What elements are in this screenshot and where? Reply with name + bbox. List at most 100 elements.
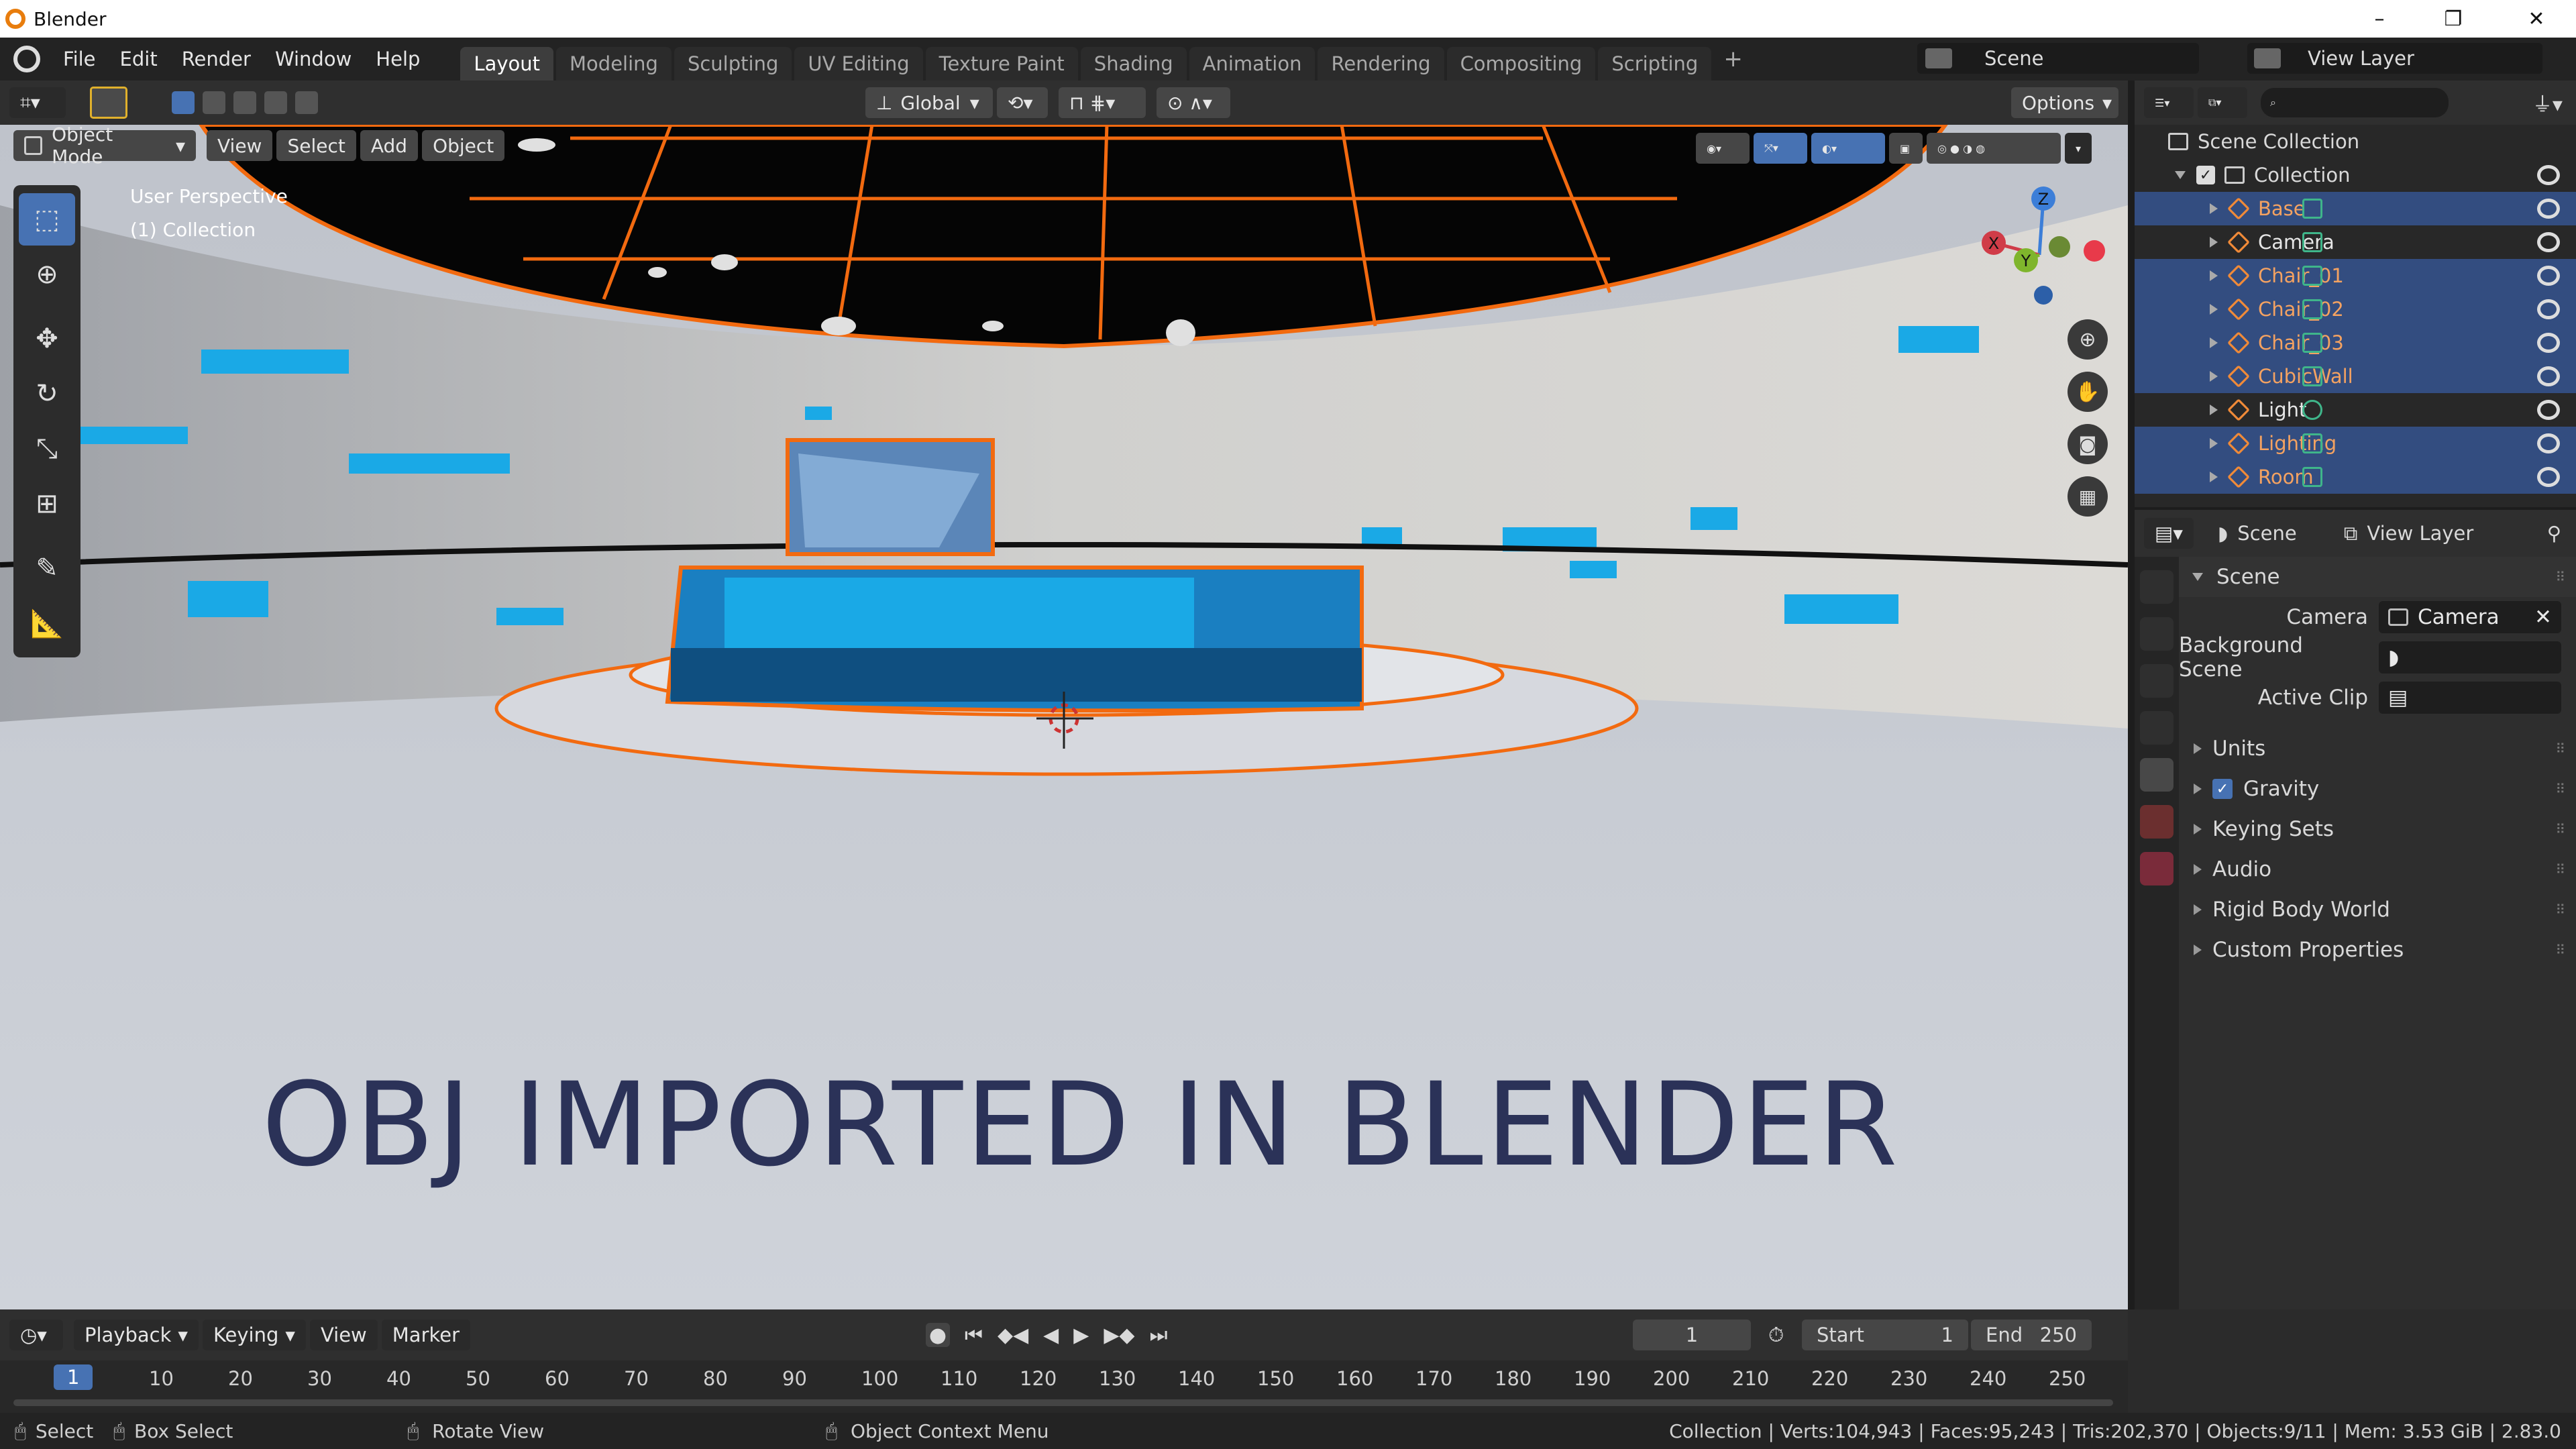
eye-icon[interactable] — [2537, 199, 2560, 219]
pivot-point-icon[interactable]: ⟲▾ — [997, 87, 1048, 118]
menu-file[interactable]: File — [51, 48, 108, 70]
timeline-ruler[interactable]: 1 10 20 30 40 50 60 70 80 90 100 110 120 130 140 150 160… — [0, 1360, 2128, 1413]
expand-icon[interactable] — [2210, 304, 2218, 315]
scene-panel-header[interactable]: Scene ⠿ — [2179, 557, 2576, 597]
object-mode-dropdown[interactable]: Object Mode ▾ — [13, 125, 196, 168]
tab-uv-editing[interactable]: UV Editing — [794, 47, 923, 80]
eye-icon[interactable] — [2537, 299, 2560, 319]
world-tab-icon[interactable] — [2140, 805, 2174, 839]
scene-selector[interactable]: Scene — [1917, 43, 2199, 74]
camera-data-icon[interactable] — [2302, 232, 2322, 252]
drag-handle-icon[interactable]: ⠿ — [2555, 821, 2565, 837]
outliner-scene-collection[interactable]: Scene Collection — [2135, 125, 2576, 158]
shading-options-icon[interactable]: ▾ — [2065, 133, 2092, 164]
xray-icon[interactable]: ▣ — [1889, 133, 1923, 164]
tab-shading[interactable]: Shading — [1080, 47, 1187, 80]
tab-rendering[interactable]: Rendering — [1318, 47, 1444, 80]
shading-modes-icon[interactable]: ◎ ● ◑ ◍ — [1927, 133, 2061, 164]
jump-end-icon[interactable]: ⏭ — [1149, 1324, 1167, 1347]
gravity-checkbox[interactable]: ✓ — [2212, 779, 2233, 799]
outliner-collection[interactable]: ✓ Collection — [2135, 158, 2576, 192]
outliner-item-chair_02[interactable]: Chair_02 — [2135, 292, 2576, 326]
drag-handle-icon[interactable]: ⠿ — [2555, 741, 2565, 757]
menu-edit[interactable]: Edit — [108, 48, 170, 70]
menu-select[interactable]: Select — [276, 130, 356, 161]
mesh-data-icon[interactable] — [2302, 433, 2322, 453]
menu-object[interactable]: Object — [422, 130, 505, 161]
display-mode-icon[interactable]: ⧉▾ — [2198, 87, 2247, 118]
output-tab-icon[interactable] — [2140, 664, 2174, 698]
playback-menu[interactable]: Playback ▾ — [74, 1320, 199, 1350]
properties-editor-type-icon[interactable]: ▤▾ — [2144, 518, 2194, 549]
outliner-item-light[interactable]: Light — [2135, 393, 2576, 427]
outliner-item-cubicwall[interactable]: CubicWall — [2135, 360, 2576, 393]
record-icon[interactable]: ● — [926, 1323, 950, 1347]
view-layer-selector[interactable]: View Layer — [2247, 43, 2542, 74]
tab-texture-paint[interactable]: Texture Paint — [925, 47, 1078, 80]
outliner-item-camera[interactable]: Camera — [2135, 225, 2576, 259]
section-units[interactable]: Units ⠿ — [2179, 729, 2576, 769]
expand-icon[interactable] — [2210, 270, 2218, 281]
mesh-data-icon[interactable] — [2302, 467, 2322, 487]
3d-viewport[interactable]: User Perspective (1) Collection OBJ IMPO… — [0, 125, 2128, 1309]
active-clip-field[interactable]: ▤ — [2379, 682, 2561, 714]
scale-tool-icon[interactable]: ⤡ — [19, 423, 75, 475]
tab-scripting[interactable]: Scripting — [1598, 47, 1712, 80]
menu-window[interactable]: Window — [263, 48, 364, 70]
drag-handle-icon[interactable]: ⠿ — [2555, 942, 2565, 958]
scene-breadcrumb[interactable]: Scene — [2237, 522, 2296, 545]
mesh-data-icon[interactable] — [2302, 333, 2322, 353]
scene-tab-icon[interactable] — [2140, 758, 2174, 792]
collection-checkbox[interactable]: ✓ — [2196, 166, 2215, 184]
eye-icon[interactable] — [2537, 433, 2560, 453]
move-tool-icon[interactable]: ✥ — [19, 313, 75, 365]
play-icon[interactable]: ▶ — [1073, 1324, 1089, 1347]
current-frame-field[interactable]: 1 — [1633, 1320, 1751, 1350]
outliner-item-chair_01[interactable]: Chair_01 — [2135, 259, 2576, 292]
navigation-gizmo[interactable]: Z X Y — [1966, 181, 2113, 329]
eye-icon[interactable] — [2537, 400, 2560, 420]
drag-handle-icon[interactable]: ⠿ — [2555, 902, 2565, 918]
camera-view-icon[interactable]: ◙ — [2068, 424, 2108, 464]
jump-start-icon[interactable]: ⏮ — [965, 1324, 983, 1347]
expand-icon[interactable] — [2210, 237, 2218, 248]
expand-icon[interactable] — [2210, 371, 2218, 382]
tab-modeling[interactable]: Modeling — [556, 47, 672, 80]
close-button[interactable]: ✕ — [2500, 0, 2573, 38]
mesh-data-icon[interactable] — [2302, 266, 2322, 286]
mesh-data-icon[interactable] — [2302, 199, 2322, 219]
view-layer-breadcrumb[interactable]: View Layer — [2367, 522, 2473, 545]
overlays-icon[interactable]: ◐▾ — [1811, 133, 1885, 164]
select-mode-icon[interactable] — [90, 87, 127, 119]
view-layer-tab-icon[interactable] — [2140, 711, 2174, 745]
cursor-tool-icon[interactable]: ⊕ — [19, 248, 75, 301]
maximize-button[interactable]: ❐ — [2416, 0, 2490, 38]
timeline-view-menu[interactable]: View — [309, 1320, 378, 1350]
play-reverse-icon[interactable]: ◀ — [1043, 1324, 1059, 1347]
marker-menu[interactable]: Marker — [381, 1320, 471, 1350]
background-scene-field[interactable]: ◗ — [2379, 641, 2561, 674]
blender-menu-icon[interactable] — [13, 46, 40, 72]
mesh-data-icon[interactable] — [2302, 366, 2322, 386]
expand-icon[interactable] — [2210, 337, 2218, 348]
keying-menu[interactable]: Keying ▾ — [202, 1320, 306, 1350]
editor-type-icon[interactable]: ⌗▾ — [9, 87, 66, 118]
snapping-icon[interactable]: ⊓ ⋕▾ — [1059, 87, 1146, 118]
menu-add[interactable]: Add — [360, 130, 419, 161]
proportional-editing-icon[interactable]: ⊙ ∧▾ — [1157, 87, 1230, 118]
outliner-editor-type-icon[interactable]: ☰▾ — [2144, 87, 2194, 118]
expand-icon[interactable] — [2210, 472, 2218, 482]
minimize-button[interactable]: – — [2343, 0, 2416, 38]
options-dropdown[interactable]: Options ▾ — [2011, 87, 2118, 118]
drag-handle-icon[interactable]: ⠿ — [2555, 861, 2565, 877]
expand-icon[interactable] — [2210, 405, 2218, 415]
section-custom-properties[interactable]: Custom Properties ⠿ — [2179, 930, 2576, 970]
texture-tab-icon[interactable] — [2140, 852, 2174, 885]
jump-keyframe-back-icon[interactable]: ◆◀ — [998, 1324, 1028, 1347]
outliner-item-chair_03[interactable]: Chair_03 — [2135, 326, 2576, 360]
select-extend-icon[interactable] — [203, 91, 225, 114]
eye-icon[interactable] — [2537, 266, 2560, 286]
section-gravity[interactable]: ✓ Gravity ⠿ — [2179, 769, 2576, 809]
timeline-editor-type-icon[interactable]: ◷▾ — [9, 1320, 63, 1350]
start-frame-field[interactable]: Start 1 — [1802, 1320, 1968, 1350]
